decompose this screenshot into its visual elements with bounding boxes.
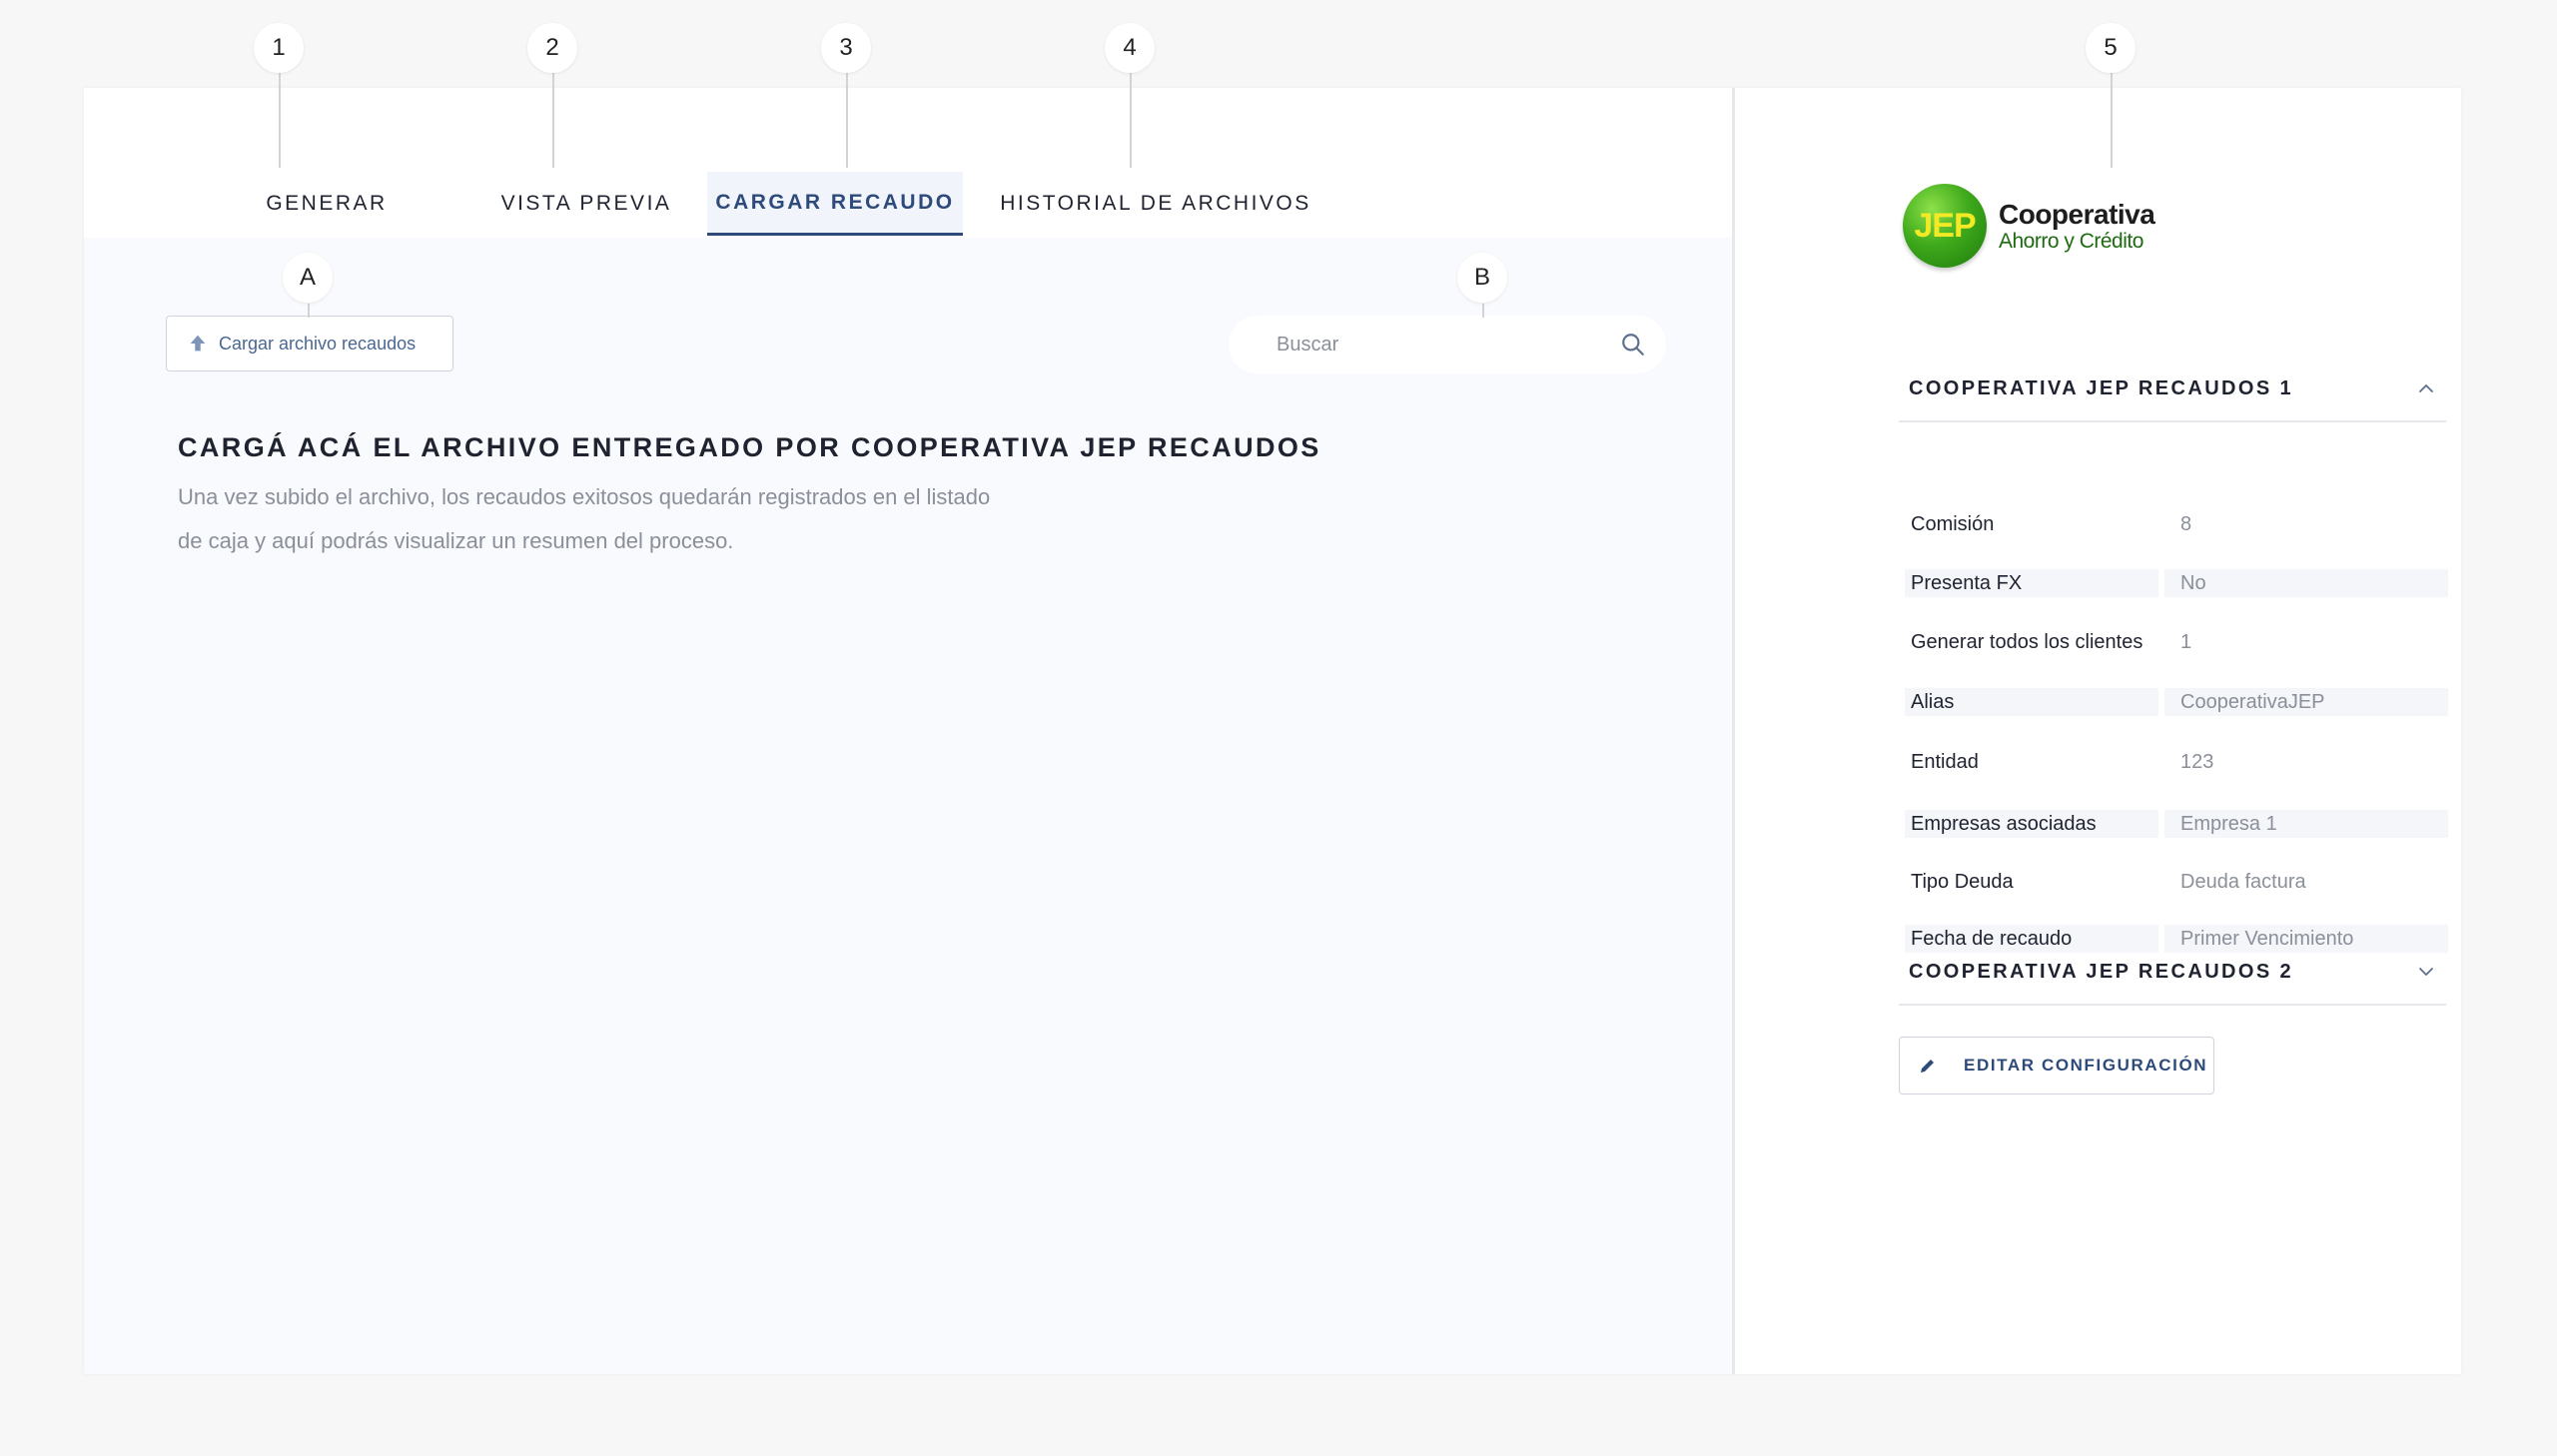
prop-label: Tipo Deuda (1911, 870, 2014, 893)
prop-row-tipo-deuda: Tipo Deuda Deuda factura (1905, 867, 2454, 897)
config-sidebar: JEP Cooperativa Ahorro y Crédito COOPERA… (1735, 88, 2461, 1374)
chevron-up-icon[interactable] (2416, 378, 2436, 398)
search-input[interactable] (1277, 333, 1620, 357)
callout-1: 1 (254, 23, 304, 73)
main-card: GENERAR VISTA PREVIA CARGAR RECAUDO HIST… (84, 88, 2461, 1374)
prop-row-empresas-asociadas: Empresas asociadas Empresa 1 (1905, 809, 2454, 839)
prop-value: CooperativaJEP (2164, 688, 2448, 716)
prop-label: Entidad (1911, 750, 1979, 773)
prop-row-alias: Alias CooperativaJEP (1905, 687, 2454, 717)
search-box (1229, 316, 1666, 373)
prop-value: 8 (2180, 512, 2192, 535)
prop-label: Generar todos los clientes (1911, 630, 2143, 653)
prop-label: Empresas asociadas (1905, 810, 2158, 838)
logo-title: Cooperativa (1999, 198, 2155, 230)
accordion-title-recaudos-2: COOPERATIVA JEP RECAUDOS 2 (1909, 960, 2294, 983)
tab-vista-previa[interactable]: VISTA PREVIA (461, 172, 711, 236)
edit-configuration-label: EDITAR CONFIGURACIÓN (1964, 1056, 2208, 1075)
accordion-header-recaudos-2[interactable]: COOPERATIVA JEP RECAUDOS 2 (1899, 940, 2446, 1006)
callout-a: A (283, 253, 333, 303)
tab-bar: GENERAR VISTA PREVIA CARGAR RECAUDO HIST… (84, 88, 1732, 240)
prop-value: 123 (2180, 750, 2214, 773)
description-line-1: Una vez subido el archivo, los recaudos … (178, 484, 991, 509)
callout-5: 5 (2086, 23, 2135, 73)
upload-file-label: Cargar archivo recaudos (219, 333, 417, 354)
prop-row-presenta-fx: Presenta FX No (1905, 568, 2454, 598)
prop-value: 1 (2180, 630, 2192, 653)
callout-b: B (1457, 253, 1507, 303)
callout-2: 2 (527, 23, 577, 73)
callout-line-a (308, 304, 310, 318)
search-icon[interactable] (1620, 332, 1646, 358)
callout-3: 3 (821, 23, 871, 73)
callout-4: 4 (1105, 23, 1155, 73)
tab-generar[interactable]: GENERAR (214, 172, 439, 236)
prop-row-comision: Comisión 8 (1905, 509, 2454, 539)
edit-configuration-button[interactable]: EDITAR CONFIGURACIÓN (1899, 1037, 2214, 1094)
chevron-down-icon[interactable] (2416, 962, 2436, 982)
jep-logo-mark: JEP (1903, 184, 1987, 268)
page-headline: CARGÁ ACÁ EL ARCHIVO ENTREGADO POR COOPE… (178, 432, 1321, 462)
tab-cargar-recaudo[interactable]: CARGAR RECAUDO (707, 172, 963, 236)
prop-label: Comisión (1911, 512, 1995, 535)
cooperativa-jep-logo: JEP Cooperativa Ahorro y Crédito (1903, 184, 2155, 268)
prop-value: Empresa 1 (2164, 810, 2448, 838)
callout-line-b (1482, 304, 1484, 318)
prop-value: Deuda factura (2180, 870, 2306, 893)
page-description: Una vez subido el archivo, los recaudos … (178, 475, 1077, 563)
accordion-title-recaudos-1: COOPERATIVA JEP RECAUDOS 1 (1909, 376, 2294, 399)
tab-historial-de-archivos[interactable]: HISTORIAL DE ARCHIVOS (981, 172, 1330, 236)
tab-content (84, 238, 1732, 1374)
upload-file-button[interactable]: Cargar archivo recaudos (166, 316, 453, 371)
prop-label: Alias (1905, 688, 2158, 716)
accordion-header-recaudos-1[interactable]: COOPERATIVA JEP RECAUDOS 1 (1899, 357, 2446, 422)
prop-label: Presenta FX (1905, 569, 2158, 597)
pencil-icon (1921, 1060, 1934, 1073)
logo-subtitle: Ahorro y Crédito (1999, 229, 2143, 253)
description-line-2: de caja y aquí podrás visualizar un resu… (178, 528, 734, 553)
prop-row-generar-todos: Generar todos los clientes 1 (1905, 627, 2454, 657)
upload-arrow-icon (190, 335, 206, 352)
prop-row-entidad: Entidad 123 (1905, 747, 2454, 777)
prop-value: No (2164, 569, 2448, 597)
